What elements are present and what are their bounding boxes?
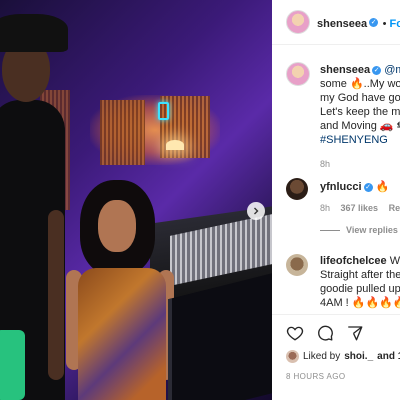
avatar[interactable] [286,10,310,34]
avatar[interactable] [286,178,308,200]
comment-text: 🔥 [375,181,390,193]
verified-icon: ✓ [369,18,379,28]
lamp [166,140,184,150]
caption-line: some 🔥..My work [320,78,400,90]
divider [320,230,340,232]
caption-time: 8h [320,159,331,169]
caption-line: my God have gott [320,92,400,104]
post-username[interactable]: shenseea [317,18,367,30]
post-photo [0,0,272,400]
comment-icon[interactable] [316,324,334,342]
next-photo-button[interactable] [247,202,265,220]
neon-light [158,102,169,120]
man-figure [0,0,80,400]
comment: yfnlucci✓ 🔥 8h 367 likes Reply View repl… [320,180,400,235]
follow-button[interactable]: Follo [390,18,400,30]
comment-time: 8h [320,203,331,213]
liked-by-count[interactable]: and 17 [377,351,400,362]
avatar[interactable] [286,254,308,276]
view-replies-button[interactable]: View replies [346,225,398,235]
caption-line: Let's keep the mo [320,106,400,118]
mention-link[interactable]: @me [384,64,400,76]
post-header: shenseea✓ • Follo [272,0,400,45]
comment-username[interactable]: lifeofchelcee [320,255,387,267]
liked-by-user[interactable]: shoi._ [344,351,373,362]
divider [272,314,400,315]
liked-by-prefix: Liked by [303,351,341,362]
comment-line: 4AM ! 🔥🔥🔥🔥 [320,297,400,309]
hashtag-link[interactable]: #SHENYENG [320,133,400,147]
post-sidebar: shenseea✓ • Follo shenseea✓ @me some 🔥..… [272,0,400,400]
caption: shenseea✓ @me some 🔥..My work my God hav… [320,63,400,169]
liked-by: Liked by shoi._ and 17 [286,350,400,363]
comment: lifeofchelcee Wor Straight after the s g… [320,254,400,310]
avatar[interactable] [286,350,299,363]
action-bar [286,324,364,342]
avatar[interactable] [286,62,310,86]
share-icon[interactable] [346,324,364,342]
reply-button[interactable]: Reply [389,203,400,213]
caption-username[interactable]: shenseea [320,64,370,76]
verified-icon: ✓ [363,182,373,192]
comment-username[interactable]: yfnlucci [320,181,362,193]
comment-line: Straight after the s [320,269,400,281]
acoustic-panel [100,100,145,165]
comment-likes[interactable]: 367 likes [341,203,379,213]
verified-icon: ✓ [372,65,382,75]
comment-line: goodie pulled up [320,283,400,295]
caption-line: and Moving 🚗 ⇆ [320,120,400,132]
chevron-right-icon [254,207,259,215]
comment-text: Wor [389,255,400,267]
heart-icon[interactable] [286,324,304,342]
post-timestamp: 8 HOURS AGO [286,372,346,381]
